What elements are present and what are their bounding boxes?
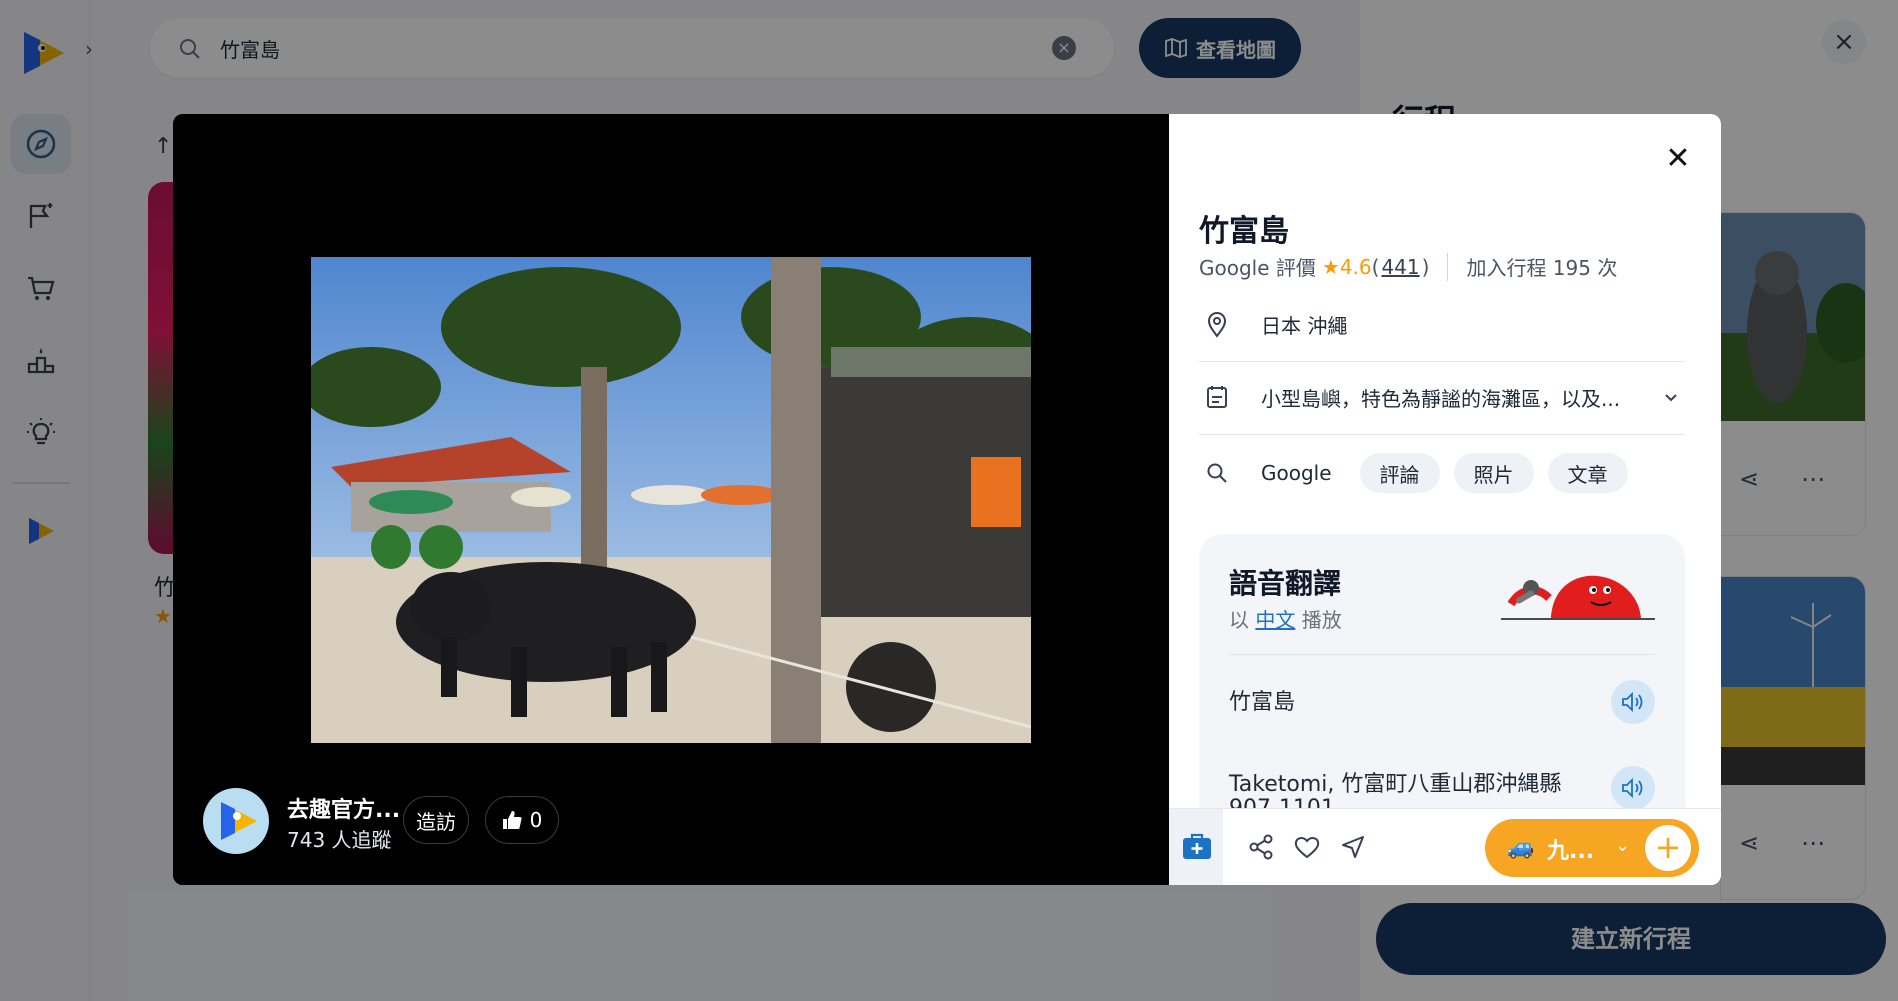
car-icon: 🚙 — [1507, 835, 1535, 860]
medkit-plus-icon — [1183, 833, 1211, 859]
voice-sub-prefix: 以 — [1229, 608, 1249, 632]
author-name[interactable]: 去趣官方... — [287, 792, 400, 824]
phrase-text: 竹富島 — [1229, 690, 1296, 715]
visit-button[interactable]: 造訪 — [403, 796, 469, 844]
voice-title: 語音翻譯 — [1229, 567, 1342, 600]
chevron-down-icon[interactable] — [1663, 389, 1679, 405]
speaker-button[interactable] — [1611, 766, 1655, 808]
added-count: 加入行程 195 次 — [1466, 256, 1618, 280]
note-icon — [1207, 386, 1227, 408]
chevron-down-icon[interactable]: ⌄ — [1615, 835, 1630, 856]
description-row[interactable]: 小型島嶼，特色為靜謐的海灘區，以及... — [1199, 374, 1685, 420]
share-icon — [1249, 834, 1273, 860]
voice-translation-card: 語音翻譯 以 中文 播放 竹富島 Taketomi, 竹富町八重山郡沖縄縣 — [1199, 534, 1685, 808]
author-logo-icon — [221, 802, 257, 840]
info-divider — [1199, 361, 1685, 362]
action-bar: 🚙 九... ⌄ + — [1169, 808, 1721, 885]
rating-row: Google 評價 ★ 4.6 ( 441 ) 加入行程 195 次 — [1199, 252, 1617, 281]
paren-close: ) — [1421, 254, 1430, 279]
place-modal: 去趣官方... 743 人追蹤 造訪 0 竹富島 Google 評價 ★ 4.6… — [173, 114, 1721, 885]
info-divider — [1199, 434, 1685, 435]
add-to-trip-button[interactable]: + — [1645, 825, 1691, 871]
voice-subtitle: 以 中文 播放 — [1229, 604, 1342, 633]
navigate-button[interactable] — [1333, 827, 1373, 867]
place-name: 竹富島 — [1199, 214, 1289, 249]
rating-value: 4.6 — [1339, 254, 1372, 279]
trip-selector[interactable]: 🚙 九... ⌄ + — [1485, 819, 1699, 877]
voice-sub-suffix: 播放 — [1301, 608, 1342, 632]
speaker-icon — [1622, 691, 1643, 713]
phrase-text: Taketomi, 竹富町八重山郡沖縄縣 — [1229, 772, 1562, 797]
trip-name: 九... — [1547, 839, 1595, 864]
author-followers: 743 人追蹤 — [287, 828, 392, 852]
location-row[interactable]: 日本 沖繩 — [1199, 310, 1685, 339]
speaker-button[interactable] — [1611, 680, 1655, 724]
voice-divider — [1229, 654, 1655, 655]
search-links-row: Google 評論 照片 文章 — [1199, 450, 1685, 496]
chip-reviews[interactable]: 評論 — [1359, 453, 1440, 493]
location-text: 日本 沖繩 — [1261, 314, 1348, 338]
close-modal-button[interactable]: ✕ — [1661, 142, 1695, 176]
speaker-icon — [1622, 777, 1643, 799]
media-viewer: 去趣官方... 743 人追蹤 造訪 0 — [173, 114, 1169, 885]
google-search-label[interactable]: Google — [1261, 461, 1332, 485]
heart-icon — [1294, 837, 1320, 859]
star-icon: ★ — [1321, 254, 1340, 279]
favorite-button[interactable] — [1287, 827, 1327, 867]
phrase-text: 907-1101 — [1229, 796, 1335, 808]
review-count-link[interactable]: 441 — [1381, 255, 1419, 279]
microphone-mascot-icon — [1501, 575, 1655, 620]
location-pin-icon — [1207, 311, 1227, 338]
place-info: 竹富島 Google 評價 ★ 4.6 ( 441 ) 加入行程 195 次 日… — [1169, 114, 1721, 885]
navigation-arrow-icon — [1342, 836, 1364, 858]
visit-label: 造訪 — [416, 809, 456, 834]
voice-language-link[interactable]: 中文 — [1255, 608, 1295, 632]
author-avatar[interactable] — [203, 788, 269, 854]
place-photo[interactable] — [311, 257, 1031, 743]
meta-divider — [1447, 252, 1449, 281]
paren-open: ( — [1371, 254, 1380, 279]
chip-articles[interactable]: 文章 — [1547, 453, 1628, 493]
thumbs-up-icon — [502, 811, 522, 829]
share-button[interactable] — [1241, 827, 1281, 867]
rating-source: Google 評價 — [1199, 256, 1316, 280]
chip-photos[interactable]: 照片 — [1453, 453, 1534, 493]
author-bar: 去趣官方... 743 人追蹤 造訪 0 — [203, 786, 843, 856]
like-count: 0 — [529, 808, 543, 832]
like-button[interactable]: 0 — [485, 796, 559, 844]
description-text: 小型島嶼，特色為靜謐的海灘區，以及... — [1261, 386, 1621, 411]
search-icon — [1207, 463, 1227, 483]
add-to-kit-button[interactable] — [1169, 809, 1223, 885]
